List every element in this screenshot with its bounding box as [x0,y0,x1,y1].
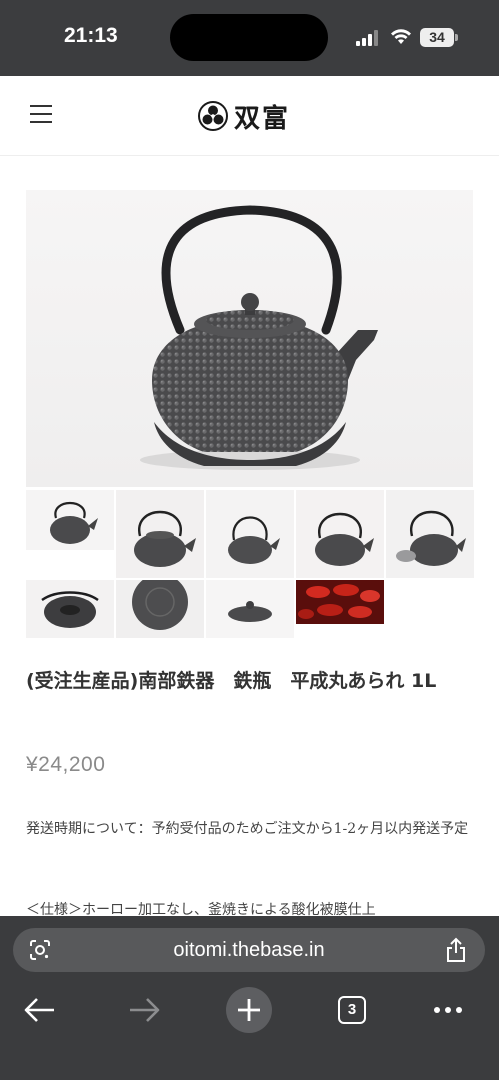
share-icon[interactable] [445,937,467,963]
battery-tip [455,34,458,41]
product-thumbnail[interactable] [296,490,384,578]
shop-logo[interactable]: 双富 [198,98,290,134]
browser-toolbar: oitomi.thebase.in 3 [0,916,499,1080]
battery-indicator: 34 [420,28,454,47]
product-thumbnail[interactable] [206,490,294,578]
back-arrow-icon[interactable] [18,988,62,1032]
more-dots-icon[interactable] [426,988,470,1032]
logo-text: 双富 [234,103,291,134]
product-thumbnail[interactable] [386,490,474,578]
product-thumbnail[interactable] [116,580,204,638]
product-title: (受注生産品)南部鉄器 鉄瓶 平成丸あられ 1L [26,670,437,692]
product-thumbnail[interactable] [206,580,294,638]
status-bar: 21:13 34 [0,0,499,76]
tab-switcher-button[interactable]: 3 [338,996,366,1024]
product-thumbnail[interactable] [296,580,384,624]
product-main-image[interactable] [26,190,473,487]
family-crest-icon [198,101,228,131]
hamburger-menu-icon[interactable] [30,105,52,123]
address-bar[interactable]: oitomi.thebase.in [13,928,485,972]
product-price: ¥24,200 [26,753,106,776]
plus-icon [238,999,260,1021]
cast-iron-kettle-image [26,190,473,487]
site-header: 双富 [0,76,499,156]
shipping-note: 発送時期について：予約受付品のためご注文から1-2ヶ月以内発送予定 [26,821,469,837]
cellular-signal-icon [356,30,382,46]
product-thumbnail[interactable] [26,580,114,638]
product-thumbnail[interactable] [26,490,114,550]
wifi-icon [391,29,411,44]
product-thumbnail[interactable] [116,490,204,578]
forward-arrow-icon[interactable] [122,988,166,1032]
new-tab-button[interactable] [226,987,272,1033]
url-text: oitomi.thebase.in [173,939,325,961]
dynamic-island [170,14,328,61]
status-time: 21:13 [64,24,118,47]
